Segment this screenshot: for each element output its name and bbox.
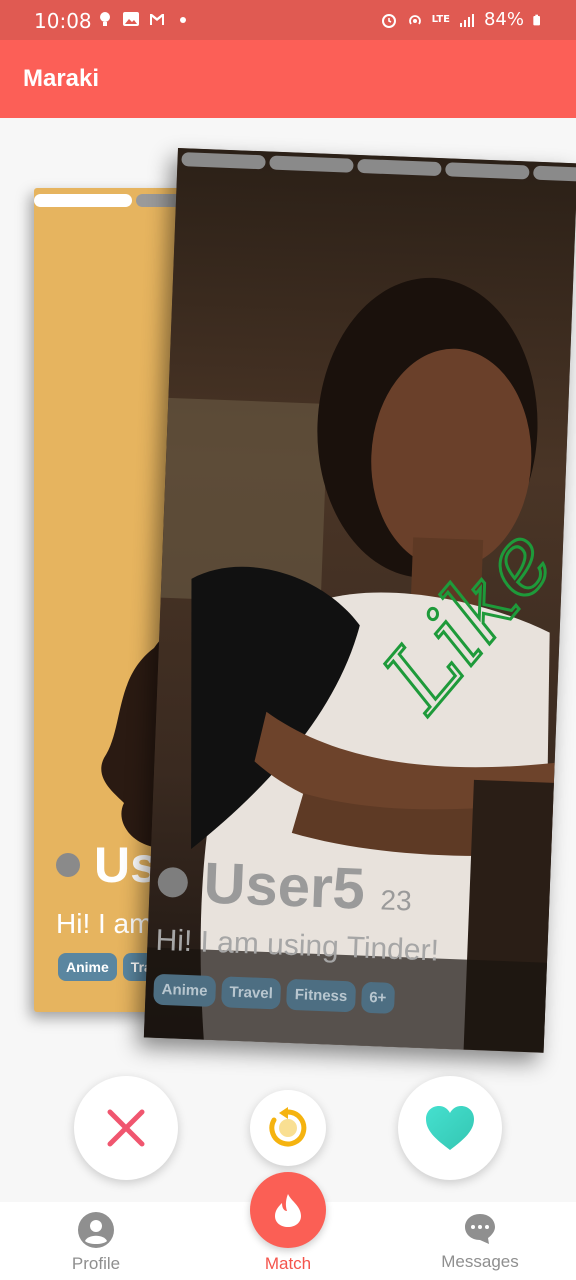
chat-icon — [465, 1214, 495, 1244]
dot-icon — [180, 17, 186, 23]
front-card-age: 23 — [379, 884, 413, 917]
close-icon — [107, 1109, 145, 1147]
more-tags-badge[interactable]: 6+ — [360, 981, 395, 1014]
alarm-icon — [381, 13, 396, 28]
nav-match[interactable] — [250, 1172, 326, 1248]
lightbulb-icon — [100, 12, 110, 26]
status-time: 10:08 — [34, 9, 92, 33]
hotspot-icon — [408, 14, 421, 25]
front-card-name-row: User5 23 — [157, 848, 414, 925]
nav-messages-label: Messages — [441, 1252, 519, 1271]
app-bar: Maraki — [0, 40, 576, 118]
notification-icons — [96, 10, 192, 28]
profile-card-front[interactable]: Like User5 23 Hi! I am using Tinder! Ani… — [143, 148, 576, 1053]
status-bar: 10:08 LTE 84% — [0, 0, 576, 40]
interest-tag: Anime — [58, 953, 117, 981]
nav-profile[interactable]: Profile — [60, 1212, 132, 1274]
online-status-dot — [157, 866, 189, 898]
person-icon — [78, 1212, 114, 1248]
nav-messages[interactable]: Messages — [426, 1212, 534, 1272]
nav-profile-label: Profile — [71, 1254, 121, 1273]
signal-icon — [459, 13, 474, 27]
interest-tag: Fitness — [286, 978, 356, 1013]
app-title: Maraki — [23, 65, 100, 92]
like-stamp-text: Like — [362, 508, 554, 732]
network-type: LTE — [431, 14, 450, 25]
front-card-name: User5 — [202, 850, 367, 922]
rewind-icon — [269, 1107, 307, 1147]
like-button[interactable] — [398, 1076, 502, 1180]
battery-icon — [533, 14, 540, 25]
back-card-tags: Anime Tra — [58, 953, 160, 981]
battery-level: 84% — [483, 9, 524, 30]
flame-icon — [275, 1194, 301, 1227]
heart-icon — [426, 1106, 474, 1150]
interest-tag: Travel — [220, 976, 282, 1010]
gmail-icon — [150, 14, 164, 25]
dislike-button[interactable] — [74, 1076, 178, 1180]
photo-indicator-bar — [34, 194, 133, 207]
back-card-name: Us — [94, 837, 158, 893]
interest-tag: Anime — [153, 973, 217, 1008]
system-icons: LTE 84% — [380, 9, 544, 30]
like-stamp: Like — [361, 506, 554, 733]
rewind-button[interactable] — [250, 1090, 326, 1166]
back-card-name-row: Us — [56, 836, 158, 894]
back-card-bio: Hi! I am — [56, 908, 153, 939]
image-icon — [123, 12, 139, 26]
nav-match-label: Match — [264, 1254, 312, 1273]
online-status-dot — [56, 853, 80, 877]
